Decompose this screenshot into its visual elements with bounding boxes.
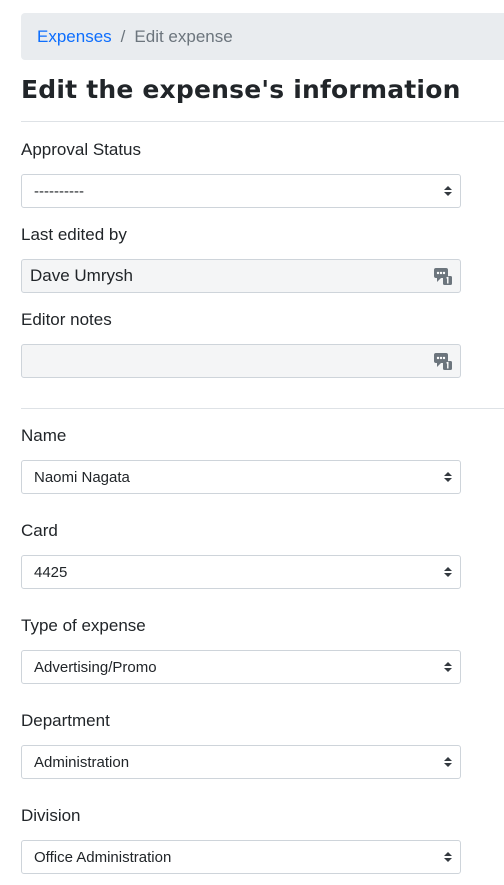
up-down-caret-icon — [444, 472, 452, 482]
up-down-caret-icon — [444, 757, 452, 767]
department-label: Department — [21, 711, 110, 730]
breadcrumb-separator: / — [120, 26, 126, 46]
divider-middle — [21, 408, 504, 409]
division-select[interactable]: Office Administration — [21, 840, 461, 874]
name-label: Name — [21, 426, 67, 445]
last-edited-by-field: Dave Umrysh — [21, 259, 461, 293]
last-edited-by-value: Dave Umrysh — [30, 266, 133, 285]
up-down-caret-icon — [444, 662, 452, 672]
page-title: Edit the expense's information — [21, 75, 461, 104]
division-label: Division — [21, 806, 81, 825]
division-value: Office Administration — [34, 848, 172, 866]
divider-top — [21, 121, 504, 122]
breadcrumb-link-expenses[interactable]: Expenses — [37, 27, 112, 47]
approval-status-value: ---------- — [34, 182, 84, 200]
card-value: 4425 — [34, 563, 68, 581]
type-of-expense-select[interactable]: Advertising/Promo — [21, 650, 461, 684]
card-select[interactable]: 4425 — [21, 555, 461, 589]
breadcrumb-current: Edit expense — [134, 26, 233, 46]
up-down-caret-icon — [444, 852, 452, 862]
approval-status-select[interactable]: ---------- — [21, 174, 461, 208]
editor-notes-label: Editor notes — [21, 310, 112, 329]
name-value: Naomi Nagata — [34, 468, 130, 486]
name-select[interactable]: Naomi Nagata — [21, 460, 461, 494]
department-value: Administration — [34, 753, 130, 771]
last-edited-by-label: Last edited by — [21, 225, 127, 244]
card-label: Card — [21, 521, 58, 540]
editor-notes-field — [21, 344, 461, 378]
type-of-expense-label: Type of expense — [21, 616, 146, 635]
breadcrumb: Expenses / Edit expense — [21, 13, 504, 60]
type-of-expense-value: Advertising/Promo — [34, 658, 157, 676]
comment-count-icon[interactable] — [434, 267, 452, 285]
approval-status-label: Approval Status — [21, 140, 142, 159]
comment-count-icon[interactable] — [434, 352, 452, 370]
up-down-caret-icon — [444, 567, 452, 577]
department-select[interactable]: Administration — [21, 745, 461, 779]
up-down-caret-icon — [444, 186, 452, 196]
